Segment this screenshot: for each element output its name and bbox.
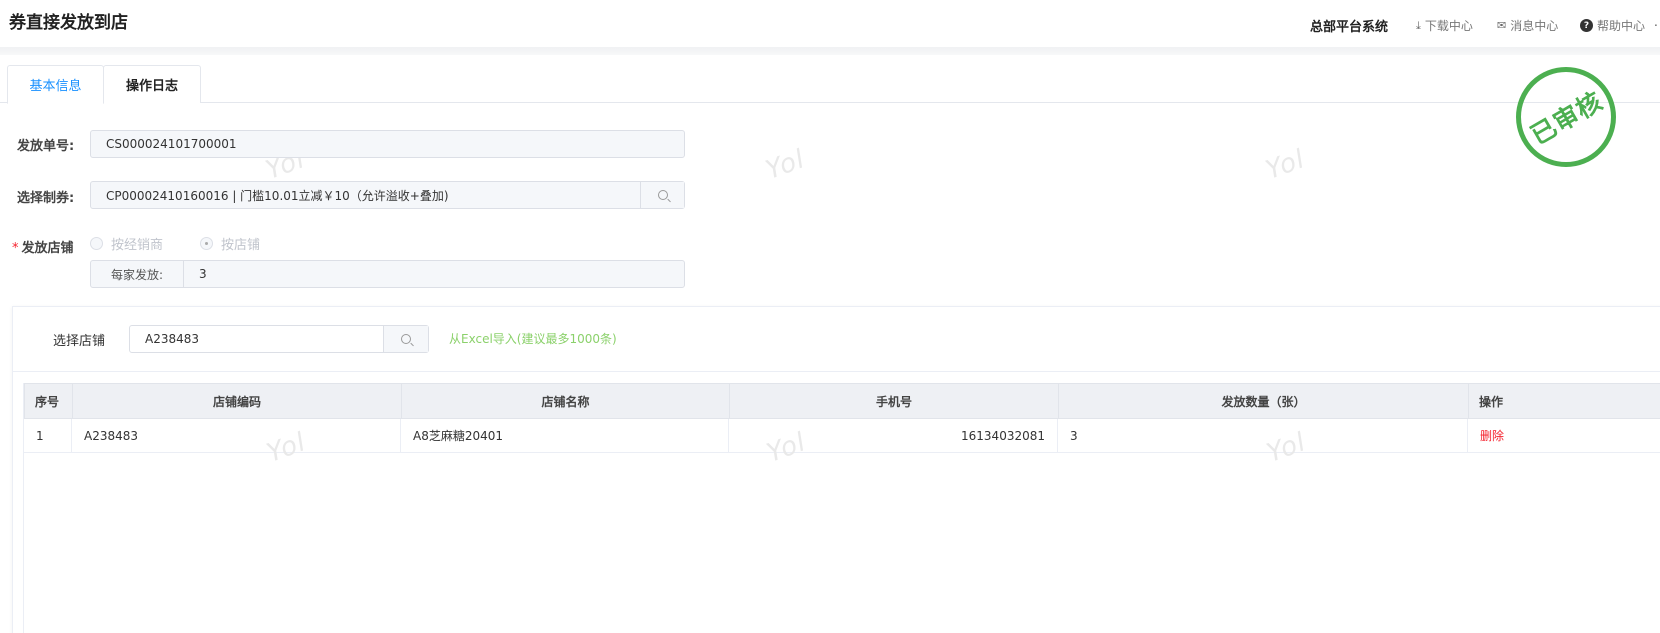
radio-dealer-label: 按经销商 xyxy=(111,238,164,253)
coupon-label: 选择制券: xyxy=(17,191,75,206)
search-icon xyxy=(657,190,668,200)
approved-stamp: 已审核 xyxy=(1516,67,1616,167)
page-title: 券直接发放到店 xyxy=(9,13,128,33)
coupon-search-button[interactable] xyxy=(640,182,684,208)
coupon-field: CP00002410160016 | 门槛10.01立减￥10（允许溢收+叠加) xyxy=(90,181,685,209)
message-center-link[interactable]: ✉ 消息中心 xyxy=(1497,17,1558,34)
per-store-label: 每家发放: xyxy=(91,261,184,287)
required-mark: * xyxy=(12,241,19,256)
download-center-link[interactable]: ⤓ 下载中心 xyxy=(1416,17,1473,34)
per-store-value: 3 xyxy=(199,267,207,281)
top-header: 券直接发放到店 总部平台系统 ⤓ 下载中心 ✉ 消息中心 ? 帮助中心 . xyxy=(0,0,1660,47)
store-search-button[interactable] xyxy=(383,326,428,352)
order-no-value: CS000024101700001 xyxy=(106,137,237,151)
col-header-qty: 发放数量（张） xyxy=(1059,384,1469,418)
store-search-input[interactable]: A238483 xyxy=(129,325,429,353)
col-header-index: 序号 xyxy=(25,384,73,418)
excel-import-link[interactable]: 从Excel导入(建议最多1000条) xyxy=(449,330,617,347)
watermark: Yol xyxy=(1262,144,1310,186)
delete-button[interactable]: 删除 xyxy=(1480,427,1504,444)
store-table: 序号 店铺编码 店铺名称 手机号 发放数量（张） 操作 1 A238483 A8… xyxy=(23,383,1660,633)
radio-dealer-circle xyxy=(90,237,103,250)
system-name[interactable]: 总部平台系统 xyxy=(1310,16,1388,35)
download-icon: ⤓ xyxy=(1416,18,1421,32)
radio-by-store[interactable]: 按店铺 xyxy=(200,234,260,253)
radio-store-label: 按店铺 xyxy=(221,238,261,253)
watermark: Yol xyxy=(762,144,810,186)
tab-basic-info[interactable]: 基本信息 xyxy=(7,65,104,104)
header-overflow: . xyxy=(1654,15,1658,29)
radio-by-dealer[interactable]: 按经销商 xyxy=(90,234,163,253)
tab-bar: 基本信息 操作日志 xyxy=(0,65,1660,104)
coupon-value: CP00002410160016 | 门槛10.01立减￥10（允许溢收+叠加) xyxy=(106,188,449,203)
order-no-field: CS000024101700001 xyxy=(90,130,685,158)
store-search-value: A238483 xyxy=(145,332,200,346)
download-center-label: 下载中心 xyxy=(1424,19,1473,33)
store-label: * 发放店铺 xyxy=(12,237,74,256)
col-header-name: 店铺名称 xyxy=(402,384,730,418)
col-header-action: 操作 xyxy=(1479,394,1504,409)
store-label-text: 发放店铺 xyxy=(21,241,74,256)
tab-operation-log[interactable]: 操作日志 xyxy=(103,65,201,103)
help-center-link[interactable]: ? 帮助中心 xyxy=(1580,17,1645,34)
select-store-label: 选择店铺 xyxy=(53,334,106,349)
table-header: 序号 店铺编码 店铺名称 手机号 发放数量（张） 操作 xyxy=(24,383,1660,419)
cell-code: A238483 xyxy=(72,419,401,452)
mail-icon: ✉ xyxy=(1497,19,1507,32)
per-store-field: 每家发放: 3 xyxy=(90,260,685,288)
help-icon: ? xyxy=(1580,19,1593,32)
cell-action: 删除 xyxy=(1468,419,1660,452)
header-divider-band xyxy=(0,47,1660,55)
message-center-label: 消息中心 xyxy=(1510,19,1559,33)
cell-name: A8芝麻糖20401 xyxy=(401,419,729,452)
radio-store-circle xyxy=(200,237,213,250)
cell-index: 1 xyxy=(24,419,72,452)
col-header-phone: 手机号 xyxy=(730,384,1059,418)
col-header-code: 店铺编码 xyxy=(73,384,402,418)
panel-divider xyxy=(12,371,1660,372)
cell-qty: 3 xyxy=(1058,419,1468,452)
search-icon xyxy=(401,334,411,344)
help-center-label: 帮助中心 xyxy=(1597,19,1646,33)
order-no-label: 发放单号: xyxy=(17,139,75,154)
